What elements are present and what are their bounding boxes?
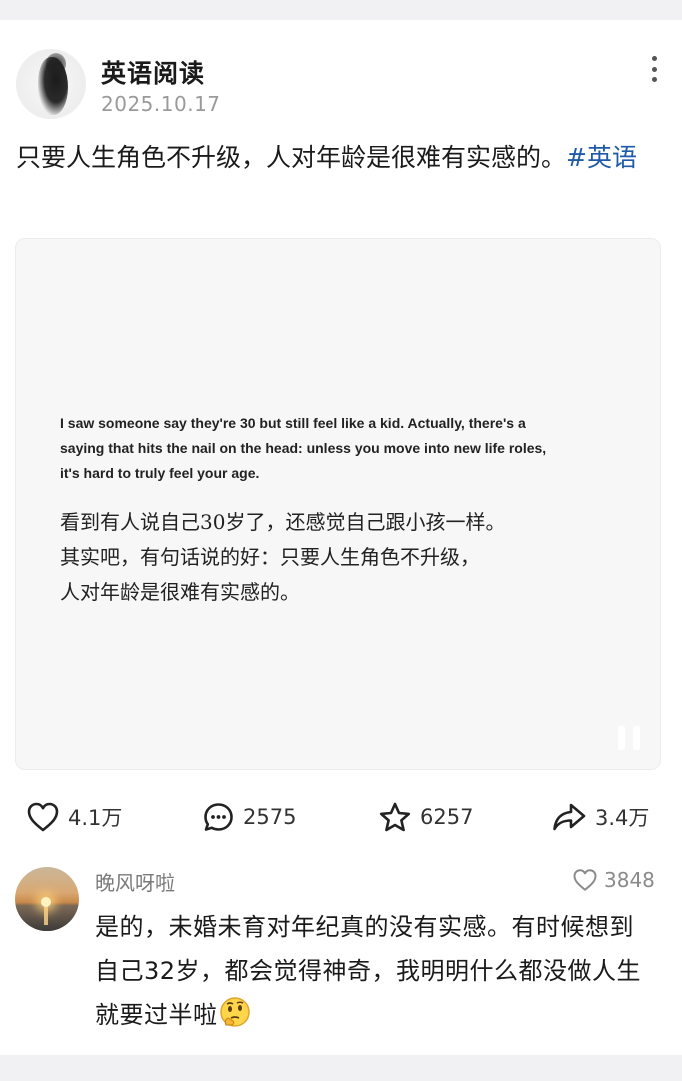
author-avatar[interactable] (16, 49, 86, 119)
hashtag-link[interactable]: #英语 (566, 143, 637, 172)
comment-body: 是的，未婚未育对年纪真的没有实感。有时候想到自己32岁，都会觉得神奇，我明明什么… (95, 913, 642, 1029)
author-name[interactable]: 英语阅读 (101, 54, 205, 90)
image-chinese-line: 其实吧，有句话说的好：只要人生角色不升级， (60, 545, 480, 569)
action-bar: 4.1万 2575 6257 3.4万 (0, 796, 682, 838)
comment-like-count: 3848 (604, 868, 655, 892)
heart-icon (27, 802, 59, 832)
image-chinese-text: 看到有人说自己30岁了，还感觉自己跟小孩一样。 其实吧，有句话说的好：只要人生角… (60, 505, 560, 610)
comment-icon (204, 802, 233, 831)
commenter-avatar[interactable] (15, 867, 79, 931)
avatar-head (46, 53, 66, 75)
share-button[interactable]: 3.4万 (551, 796, 649, 838)
comment-like-button[interactable]: 3848 (572, 866, 655, 894)
post-image[interactable]: I saw someone say they're 30 but still f… (15, 238, 661, 770)
image-chinese-line: 看到有人说自己30岁了，还感觉自己跟小孩一样。 (60, 510, 506, 534)
star-icon (379, 802, 411, 831)
like-button[interactable]: 4.1万 (26, 796, 122, 838)
commenter-name[interactable]: 晚风呀啦 (95, 867, 175, 896)
like-count: 4.1万 (68, 806, 123, 830)
post-date: 2025.10.17 (101, 92, 221, 116)
heart-icon (573, 869, 597, 891)
post-text: 只要人生角色不升级，人对年龄是很难有实感的。#英语 (16, 137, 656, 179)
image-chinese-line: 人对年龄是很难有实感的。 (60, 580, 300, 604)
favorite-button[interactable]: 6257 (378, 796, 473, 838)
share-count: 3.4万 (595, 806, 650, 830)
comment-text: 是的，未婚未育对年纪真的没有实感。有时候想到自己32岁，都会觉得神奇，我明明什么… (95, 905, 655, 1037)
post-body: 只要人生角色不升级，人对年龄是很难有实感的。 (16, 143, 567, 172)
image-english-text: I saw someone say they're 30 but still f… (60, 415, 547, 481)
comment-count: 2575 (243, 805, 297, 829)
post-card: 英语阅读 2025.10.17 只要人生角色不升级，人对年龄是很难有实感的。#英… (0, 20, 682, 1055)
thinking-face-emoji (218, 995, 252, 1029)
top-comment: 晚风呀啦 3848 是的，未婚未育对年纪真的没有实感。有时候想到自己32岁，都会… (0, 863, 682, 1053)
more-options-icon[interactable] (640, 54, 668, 84)
comment-button[interactable]: 2575 (202, 796, 296, 838)
pause-icon[interactable] (618, 726, 640, 750)
favorite-count: 6257 (420, 805, 474, 829)
share-icon (553, 803, 586, 831)
